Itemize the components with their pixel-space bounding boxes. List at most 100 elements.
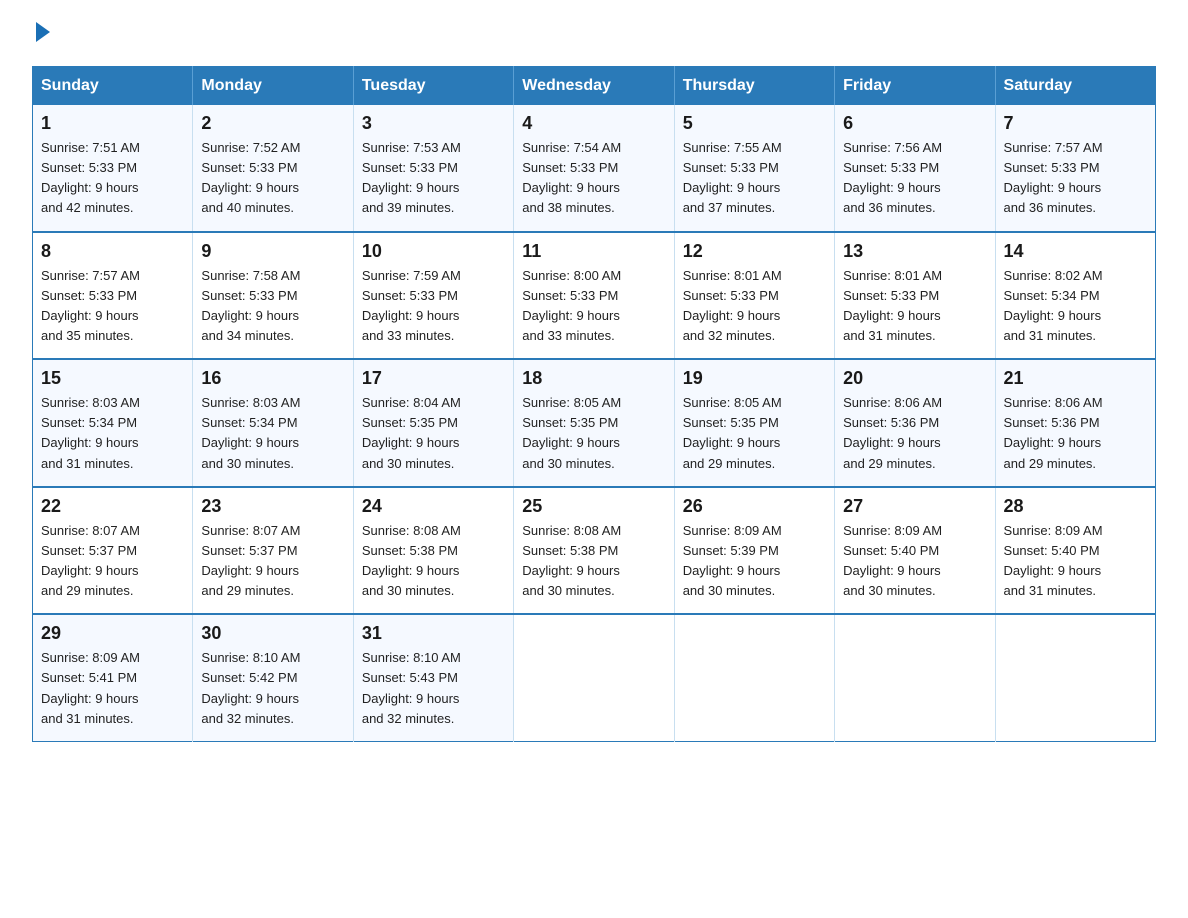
day-cell-13: 13 Sunrise: 8:01 AMSunset: 5:33 PMDaylig… (835, 232, 995, 360)
day-cell-5: 5 Sunrise: 7:55 AMSunset: 5:33 PMDayligh… (674, 105, 834, 232)
day-info: Sunrise: 8:03 AMSunset: 5:34 PMDaylight:… (201, 395, 300, 470)
day-info: Sunrise: 7:58 AMSunset: 5:33 PMDaylight:… (201, 268, 300, 343)
day-number: 14 (1004, 241, 1147, 262)
day-number: 13 (843, 241, 986, 262)
day-number: 30 (201, 623, 344, 644)
day-number: 21 (1004, 368, 1147, 389)
day-number: 17 (362, 368, 505, 389)
day-info: Sunrise: 8:09 AMSunset: 5:40 PMDaylight:… (1004, 523, 1103, 598)
day-number: 19 (683, 368, 826, 389)
empty-cell (674, 614, 834, 741)
col-header-wednesday: Wednesday (514, 67, 674, 106)
col-header-monday: Monday (193, 67, 353, 106)
day-cell-23: 23 Sunrise: 8:07 AMSunset: 5:37 PMDaylig… (193, 487, 353, 615)
day-cell-14: 14 Sunrise: 8:02 AMSunset: 5:34 PMDaylig… (995, 232, 1155, 360)
day-cell-9: 9 Sunrise: 7:58 AMSunset: 5:33 PMDayligh… (193, 232, 353, 360)
day-info: Sunrise: 8:05 AMSunset: 5:35 PMDaylight:… (522, 395, 621, 470)
empty-cell (835, 614, 995, 741)
day-info: Sunrise: 8:06 AMSunset: 5:36 PMDaylight:… (1004, 395, 1103, 470)
day-cell-6: 6 Sunrise: 7:56 AMSunset: 5:33 PMDayligh… (835, 105, 995, 232)
day-info: Sunrise: 8:08 AMSunset: 5:38 PMDaylight:… (522, 523, 621, 598)
day-info: Sunrise: 8:01 AMSunset: 5:33 PMDaylight:… (843, 268, 942, 343)
col-header-saturday: Saturday (995, 67, 1155, 106)
day-number: 25 (522, 496, 665, 517)
day-number: 7 (1004, 113, 1147, 134)
week-row-3: 15 Sunrise: 8:03 AMSunset: 5:34 PMDaylig… (33, 359, 1156, 487)
day-number: 18 (522, 368, 665, 389)
day-number: 20 (843, 368, 986, 389)
day-info: Sunrise: 8:06 AMSunset: 5:36 PMDaylight:… (843, 395, 942, 470)
day-cell-3: 3 Sunrise: 7:53 AMSunset: 5:33 PMDayligh… (353, 105, 513, 232)
day-number: 11 (522, 241, 665, 262)
day-info: Sunrise: 8:08 AMSunset: 5:38 PMDaylight:… (362, 523, 461, 598)
day-cell-1: 1 Sunrise: 7:51 AMSunset: 5:33 PMDayligh… (33, 105, 193, 232)
day-number: 29 (41, 623, 184, 644)
calendar-header-row: SundayMondayTuesdayWednesdayThursdayFrid… (33, 67, 1156, 106)
day-number: 5 (683, 113, 826, 134)
day-info: Sunrise: 7:54 AMSunset: 5:33 PMDaylight:… (522, 140, 621, 215)
col-header-tuesday: Tuesday (353, 67, 513, 106)
logo-arrow-icon (36, 22, 50, 42)
day-cell-16: 16 Sunrise: 8:03 AMSunset: 5:34 PMDaylig… (193, 359, 353, 487)
empty-cell (514, 614, 674, 741)
day-cell-28: 28 Sunrise: 8:09 AMSunset: 5:40 PMDaylig… (995, 487, 1155, 615)
day-cell-29: 29 Sunrise: 8:09 AMSunset: 5:41 PMDaylig… (33, 614, 193, 741)
day-cell-22: 22 Sunrise: 8:07 AMSunset: 5:37 PMDaylig… (33, 487, 193, 615)
day-info: Sunrise: 8:07 AMSunset: 5:37 PMDaylight:… (41, 523, 140, 598)
day-number: 24 (362, 496, 505, 517)
day-number: 12 (683, 241, 826, 262)
day-cell-8: 8 Sunrise: 7:57 AMSunset: 5:33 PMDayligh… (33, 232, 193, 360)
day-info: Sunrise: 8:10 AMSunset: 5:43 PMDaylight:… (362, 650, 461, 725)
day-cell-21: 21 Sunrise: 8:06 AMSunset: 5:36 PMDaylig… (995, 359, 1155, 487)
day-number: 9 (201, 241, 344, 262)
logo (32, 24, 50, 42)
day-number: 15 (41, 368, 184, 389)
day-cell-26: 26 Sunrise: 8:09 AMSunset: 5:39 PMDaylig… (674, 487, 834, 615)
day-number: 4 (522, 113, 665, 134)
day-info: Sunrise: 8:07 AMSunset: 5:37 PMDaylight:… (201, 523, 300, 598)
day-number: 27 (843, 496, 986, 517)
calendar-table: SundayMondayTuesdayWednesdayThursdayFrid… (32, 66, 1156, 742)
day-info: Sunrise: 7:57 AMSunset: 5:33 PMDaylight:… (41, 268, 140, 343)
day-number: 26 (683, 496, 826, 517)
day-info: Sunrise: 8:09 AMSunset: 5:41 PMDaylight:… (41, 650, 140, 725)
day-cell-17: 17 Sunrise: 8:04 AMSunset: 5:35 PMDaylig… (353, 359, 513, 487)
day-number: 2 (201, 113, 344, 134)
day-number: 1 (41, 113, 184, 134)
col-header-friday: Friday (835, 67, 995, 106)
day-cell-20: 20 Sunrise: 8:06 AMSunset: 5:36 PMDaylig… (835, 359, 995, 487)
day-number: 31 (362, 623, 505, 644)
day-info: Sunrise: 7:57 AMSunset: 5:33 PMDaylight:… (1004, 140, 1103, 215)
day-info: Sunrise: 8:10 AMSunset: 5:42 PMDaylight:… (201, 650, 300, 725)
day-number: 10 (362, 241, 505, 262)
empty-cell (995, 614, 1155, 741)
day-number: 8 (41, 241, 184, 262)
day-info: Sunrise: 8:04 AMSunset: 5:35 PMDaylight:… (362, 395, 461, 470)
day-cell-25: 25 Sunrise: 8:08 AMSunset: 5:38 PMDaylig… (514, 487, 674, 615)
col-header-thursday: Thursday (674, 67, 834, 106)
day-cell-15: 15 Sunrise: 8:03 AMSunset: 5:34 PMDaylig… (33, 359, 193, 487)
day-cell-31: 31 Sunrise: 8:10 AMSunset: 5:43 PMDaylig… (353, 614, 513, 741)
week-row-2: 8 Sunrise: 7:57 AMSunset: 5:33 PMDayligh… (33, 232, 1156, 360)
day-info: Sunrise: 7:55 AMSunset: 5:33 PMDaylight:… (683, 140, 782, 215)
week-row-4: 22 Sunrise: 8:07 AMSunset: 5:37 PMDaylig… (33, 487, 1156, 615)
day-number: 3 (362, 113, 505, 134)
day-cell-2: 2 Sunrise: 7:52 AMSunset: 5:33 PMDayligh… (193, 105, 353, 232)
col-header-sunday: Sunday (33, 67, 193, 106)
day-cell-30: 30 Sunrise: 8:10 AMSunset: 5:42 PMDaylig… (193, 614, 353, 741)
week-row-1: 1 Sunrise: 7:51 AMSunset: 5:33 PMDayligh… (33, 105, 1156, 232)
day-number: 22 (41, 496, 184, 517)
day-cell-10: 10 Sunrise: 7:59 AMSunset: 5:33 PMDaylig… (353, 232, 513, 360)
day-info: Sunrise: 8:09 AMSunset: 5:39 PMDaylight:… (683, 523, 782, 598)
day-info: Sunrise: 7:53 AMSunset: 5:33 PMDaylight:… (362, 140, 461, 215)
day-info: Sunrise: 7:51 AMSunset: 5:33 PMDaylight:… (41, 140, 140, 215)
day-info: Sunrise: 8:03 AMSunset: 5:34 PMDaylight:… (41, 395, 140, 470)
day-number: 23 (201, 496, 344, 517)
day-number: 6 (843, 113, 986, 134)
day-cell-12: 12 Sunrise: 8:01 AMSunset: 5:33 PMDaylig… (674, 232, 834, 360)
day-info: Sunrise: 8:00 AMSunset: 5:33 PMDaylight:… (522, 268, 621, 343)
day-number: 28 (1004, 496, 1147, 517)
day-info: Sunrise: 8:02 AMSunset: 5:34 PMDaylight:… (1004, 268, 1103, 343)
day-info: Sunrise: 7:56 AMSunset: 5:33 PMDaylight:… (843, 140, 942, 215)
day-number: 16 (201, 368, 344, 389)
